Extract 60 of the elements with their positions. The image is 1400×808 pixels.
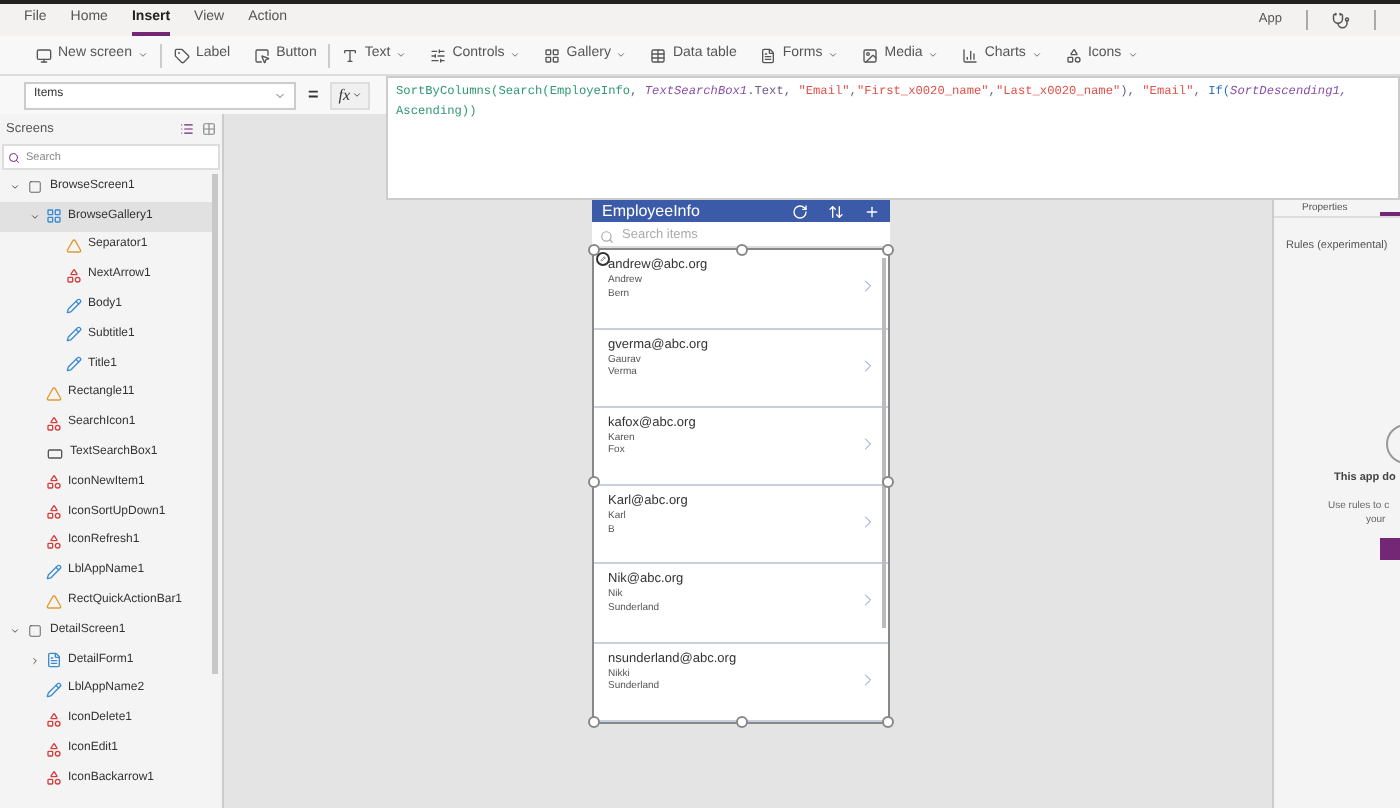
shape-icon bbox=[66, 237, 82, 254]
expanded-caret-icon[interactable] bbox=[9, 625, 19, 636]
label-icon bbox=[46, 563, 62, 580]
expanded-caret-icon[interactable] bbox=[9, 181, 19, 192]
label-icon bbox=[173, 47, 190, 63]
charts-icon bbox=[962, 47, 979, 63]
selection-handle[interactable] bbox=[588, 716, 600, 728]
shape-icon bbox=[46, 593, 62, 610]
stethoscope-icon[interactable] bbox=[1332, 11, 1350, 29]
scrollbar[interactable] bbox=[212, 174, 218, 674]
caret-icon bbox=[352, 90, 363, 100]
forms-icon bbox=[760, 47, 777, 63]
selection-handle[interactable] bbox=[588, 244, 600, 257]
gallery-icon bbox=[46, 208, 62, 225]
table-icon bbox=[650, 47, 667, 63]
icons-icon bbox=[1065, 47, 1082, 63]
screen-icon bbox=[26, 179, 44, 194]
caret-icon bbox=[274, 89, 286, 101]
shapes-icon bbox=[46, 474, 62, 491]
gallery-icon bbox=[544, 47, 561, 63]
equals-sign: = bbox=[308, 81, 319, 108]
search-icon bbox=[8, 151, 20, 163]
label-icon bbox=[66, 326, 82, 343]
controls-icon bbox=[430, 47, 447, 63]
edit-icon[interactable] bbox=[596, 252, 610, 267]
collapsed-caret-icon[interactable] bbox=[29, 655, 39, 666]
add-icon[interactable] bbox=[864, 203, 880, 220]
shape-icon bbox=[46, 385, 62, 402]
selection-handle[interactable] bbox=[882, 244, 894, 257]
app-title: EmployeeInfo bbox=[602, 203, 702, 220]
form-icon bbox=[46, 652, 62, 669]
selection-handle[interactable] bbox=[588, 476, 600, 489]
shapes-icon bbox=[46, 711, 62, 728]
list-view-icon[interactable] bbox=[180, 122, 194, 136]
search-icon bbox=[600, 230, 614, 245]
shapes-icon bbox=[66, 267, 82, 284]
fx-button[interactable]: fx bbox=[330, 81, 371, 109]
gallery-scrollbar[interactable] bbox=[882, 258, 886, 629]
shapes-icon bbox=[46, 415, 62, 432]
media-icon bbox=[862, 47, 879, 63]
shapes-icon bbox=[46, 770, 62, 787]
expanded-caret-icon[interactable] bbox=[29, 211, 39, 222]
shapes-icon bbox=[46, 741, 62, 758]
selection-handle[interactable] bbox=[736, 716, 748, 728]
refresh-icon[interactable] bbox=[792, 203, 808, 220]
text-icon bbox=[342, 47, 359, 63]
shapes-icon bbox=[46, 504, 62, 521]
selection-handle[interactable] bbox=[736, 244, 748, 257]
grid-view-icon[interactable] bbox=[202, 122, 216, 136]
shapes-icon bbox=[46, 533, 62, 550]
selection-handle[interactable] bbox=[882, 716, 894, 728]
text-input-icon bbox=[46, 445, 64, 462]
create-rule-button[interactable] bbox=[1380, 537, 1400, 559]
screen-icon bbox=[26, 623, 44, 638]
button-icon bbox=[254, 47, 271, 63]
label-icon bbox=[66, 356, 82, 373]
label-icon bbox=[46, 681, 62, 698]
label-icon bbox=[66, 297, 82, 314]
screen-icon bbox=[36, 47, 52, 63]
sort-icon[interactable] bbox=[828, 203, 844, 220]
